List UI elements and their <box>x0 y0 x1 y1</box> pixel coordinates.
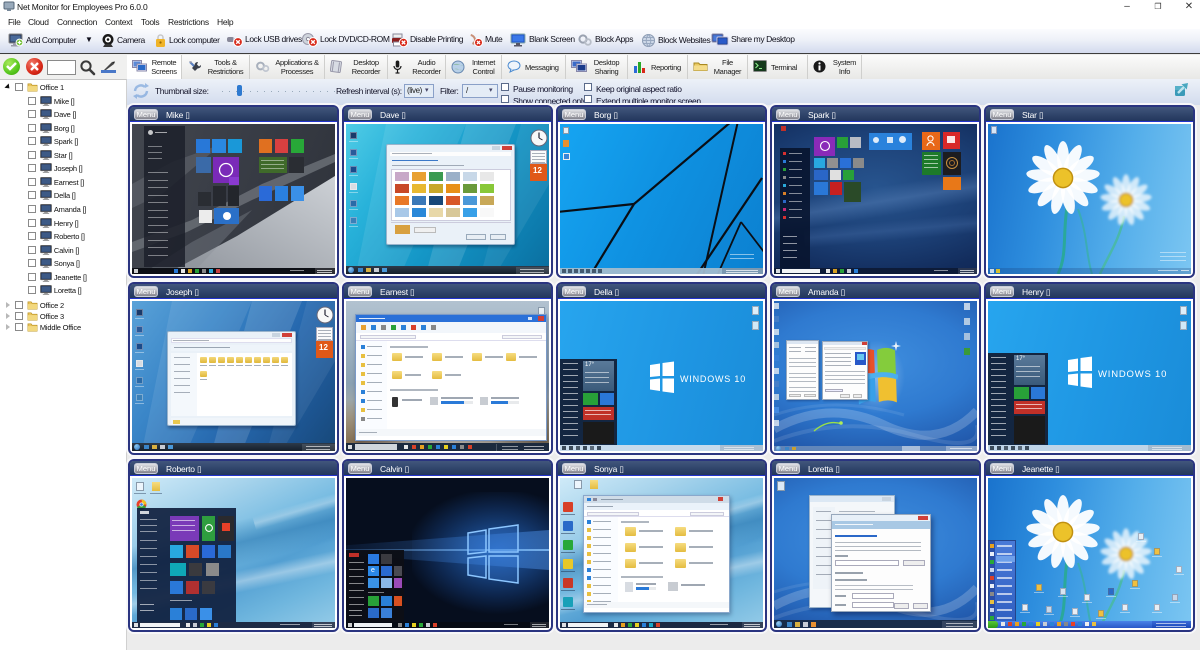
svg-text:WINDOWS 10: WINDOWS 10 <box>1098 369 1167 380</box>
svg-text:WINDOWS 10: WINDOWS 10 <box>680 374 746 384</box>
